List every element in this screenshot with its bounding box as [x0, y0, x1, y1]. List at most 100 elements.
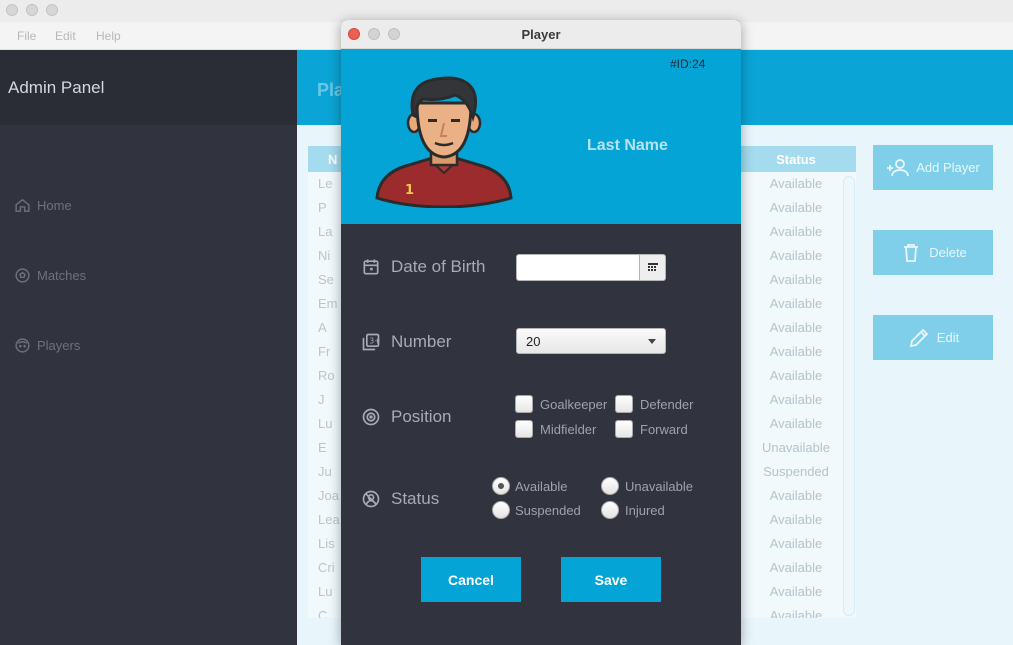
cancel-button[interactable]: Cancel [421, 557, 521, 602]
forward-label[interactable]: Forward [640, 422, 688, 437]
number-label: Number [391, 332, 452, 351]
defender-checkbox[interactable] [615, 395, 633, 413]
date-picker-button[interactable] [639, 254, 666, 281]
home-icon [15, 198, 30, 212]
cell-name: Lu [318, 584, 333, 599]
edit-button[interactable]: Edit [873, 315, 993, 360]
cell-status: Available [769, 368, 823, 383]
cell-status: Available [769, 584, 823, 599]
cell-name: Lu [318, 416, 333, 431]
last-name-label[interactable]: Last Name [587, 137, 668, 155]
table-scrollbar[interactable] [843, 176, 855, 616]
soccer-ball-icon [15, 268, 30, 283]
cell-name: Em [318, 296, 338, 311]
player-header: #ID:24 1 Last Name [341, 49, 741, 224]
status-label: Status [391, 489, 440, 508]
window-minimize-button[interactable] [26, 4, 38, 16]
menu-help[interactable]: Help [96, 29, 121, 43]
cell-status: Available [769, 512, 823, 527]
cell-status: Available [769, 416, 823, 431]
cell-name: Fr [318, 344, 331, 359]
sidebar-item-players[interactable]: Players [14, 337, 80, 354]
cell-status: Available [769, 344, 823, 359]
status-available-label[interactable]: Available [515, 479, 568, 494]
sidebar-item-label: Players [37, 338, 81, 353]
sidebar-item-label: Home [37, 198, 72, 213]
position-target-icon [362, 408, 380, 426]
number-select[interactable]: 20 [516, 328, 666, 354]
midfielder-label[interactable]: Midfielder [540, 422, 596, 437]
chevron-down-icon [648, 339, 656, 344]
status-suspended-label[interactable]: Suspended [515, 503, 581, 518]
status-available-radio[interactable] [492, 477, 510, 495]
column-header-status[interactable]: Status [748, 152, 844, 167]
window-close-button[interactable] [6, 4, 18, 16]
cell-status: Unavailable [762, 440, 830, 455]
player-face-icon [15, 338, 30, 353]
add-player-button[interactable]: Add Player [873, 145, 993, 190]
cell-status: Available [769, 488, 823, 503]
menu-edit[interactable]: Edit [55, 29, 76, 43]
status-injured-radio[interactable] [601, 501, 619, 519]
cell-status: Available [769, 392, 823, 407]
pencil-icon [909, 328, 929, 347]
sidebar-title: Admin Panel [8, 78, 105, 97]
forward-checkbox[interactable] [615, 420, 633, 438]
cell-name: A [318, 320, 327, 335]
cell-name: Cri [318, 560, 335, 575]
cell-name: E [318, 440, 327, 455]
number-icon: 3+ [362, 333, 380, 351]
cell-name: Ro [318, 368, 335, 383]
window-zoom-button[interactable] [46, 4, 58, 16]
column-header-name[interactable]: N [328, 152, 337, 167]
cell-name: La [318, 224, 333, 239]
add-player-label: Add Player [916, 160, 980, 175]
window-titlebar [0, 0, 1013, 22]
delete-label: Delete [929, 245, 967, 260]
calendar-grid-icon [647, 262, 658, 271]
cell-status: Available [769, 608, 823, 618]
svg-text:3+: 3+ [369, 337, 380, 346]
cell-status: Available [769, 536, 823, 551]
menu-file[interactable]: File [17, 29, 36, 43]
calendar-icon [363, 259, 379, 275]
cell-name: Le [318, 176, 333, 191]
add-user-icon [887, 158, 910, 176]
cell-status: Available [769, 176, 823, 191]
status-suspended-radio[interactable] [492, 501, 510, 519]
cell-status: Available [769, 224, 823, 239]
cell-name: C [318, 608, 328, 618]
status-unavailable-label[interactable]: Unavailable [625, 479, 693, 494]
cell-name: Ni [318, 248, 331, 263]
cell-name: Ju [318, 464, 332, 479]
player-avatar[interactable]: 1 [371, 73, 516, 208]
position-label: Position [391, 407, 452, 426]
midfielder-checkbox[interactable] [515, 420, 533, 438]
svg-text:1: 1 [405, 183, 414, 198]
date-of-birth-input[interactable] [516, 254, 640, 281]
trash-icon [904, 243, 919, 262]
page-title: Pla [317, 80, 345, 100]
status-injured-label[interactable]: Injured [625, 503, 665, 518]
cell-status: Available [769, 272, 823, 287]
sidebar-item-label: Matches [37, 268, 87, 283]
sidebar-item-home[interactable]: Home [14, 197, 72, 214]
cell-name: J [318, 392, 325, 407]
cell-status: Available [769, 200, 823, 215]
goalkeeper-checkbox[interactable] [515, 395, 533, 413]
player-id: #ID:24 [670, 57, 706, 71]
sidebar: Admin Panel Home Matches Players [0, 50, 297, 645]
defender-label[interactable]: Defender [640, 397, 693, 412]
number-select-value: 20 [526, 334, 541, 349]
cell-name: Joa [318, 488, 339, 503]
save-button[interactable]: Save [561, 557, 661, 602]
cell-status: Available [769, 296, 823, 311]
goalkeeper-label[interactable]: Goalkeeper [540, 397, 607, 412]
status-icon [362, 490, 380, 508]
cell-name: P [318, 200, 327, 215]
sidebar-item-matches[interactable]: Matches [14, 267, 86, 284]
delete-button[interactable]: Delete [873, 230, 993, 275]
dialog-titlebar: Player [341, 20, 741, 49]
edit-label: Edit [936, 330, 960, 345]
status-unavailable-radio[interactable] [601, 477, 619, 495]
